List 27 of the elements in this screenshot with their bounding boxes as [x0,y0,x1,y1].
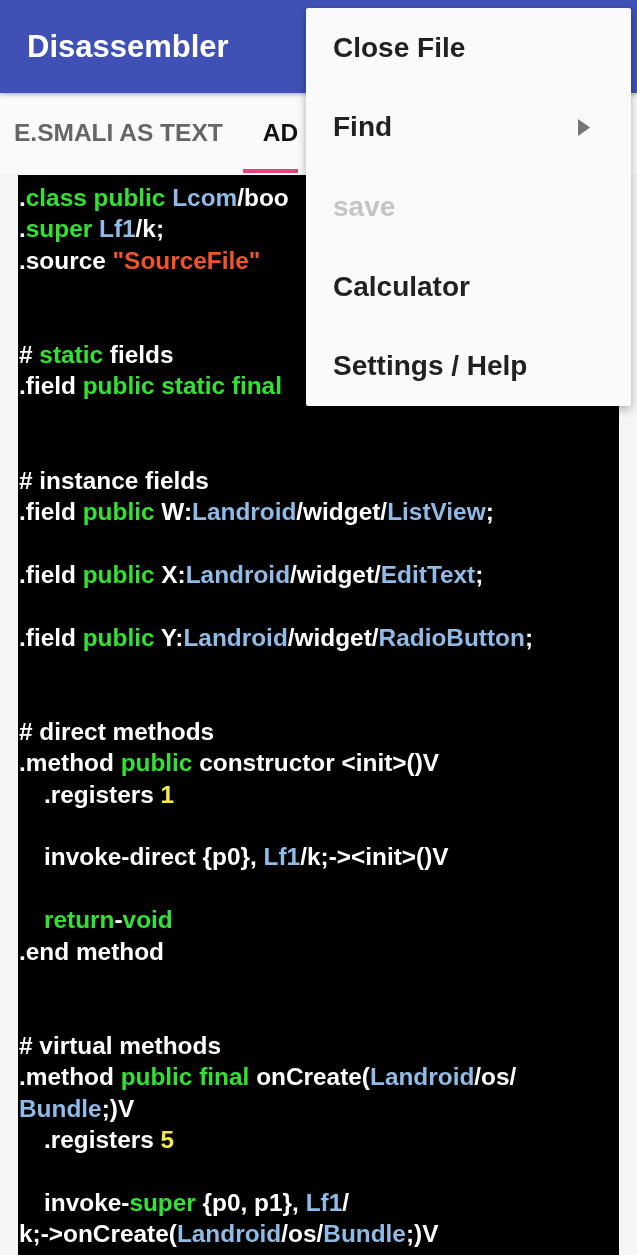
code-line: # instance fields [19,465,209,496]
code-line: .end method [19,936,164,967]
code-line: Bundle;)V [19,1093,135,1124]
code-line: .source "SourceFile" [19,245,261,276]
code-line: .field public W:Landroid/widget/ListView; [19,497,494,527]
code-line: .method public constructor <init>()V [19,748,440,779]
code-line: .method public final onCreate(Landroid/os/ [19,1062,517,1093]
code-line: .registers 1 [44,779,175,810]
menu-item[interactable]: Settings / Help [306,326,631,406]
menu-item[interactable]: Find [306,87,631,168]
code-line: .registers 5 [44,1125,175,1155]
code-line: invoke-super {p0, p1}, Lf1/ [44,1187,349,1218]
code-line: # direct methods [19,716,215,747]
code-line: .super Lf1/k; [19,214,165,245]
code-line: # virtual methods [19,1030,221,1061]
menu-item[interactable]: Calculator [306,246,631,327]
code-line: invoke-direct {p0}, Lf1/k;-><init>()V [44,842,449,873]
code-line: .field public Y:Landroid/widget/RadioButton; [19,622,533,653]
tab[interactable]: E.SMALI AS TEXT [14,93,243,173]
code-line: # static fields [19,340,174,370]
code-line: .class public Lcom/boo [19,183,289,213]
code-line: return-void [44,905,173,936]
menu-item[interactable]: Close File [306,8,631,88]
code-line: .field public X:Landroid/widget/EditText; [19,559,484,590]
app-title: Disassembler [27,27,229,66]
code-line: .field public static final [19,371,282,402]
code-line: k;->onCreate(Landroid/os/Bundle;)V [19,1219,439,1250]
